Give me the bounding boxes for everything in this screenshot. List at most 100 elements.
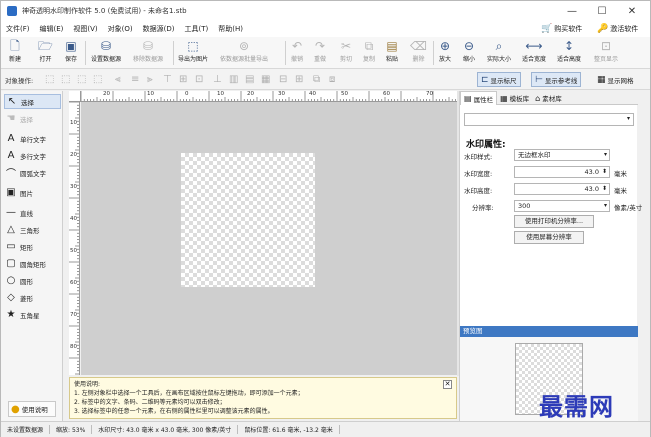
set-datasource-button[interactable]: ⛁ 设置数据源 (91, 39, 121, 67)
same-width-icon[interactable]: ▥ (229, 74, 238, 85)
help-button[interactable]: ● 使用说明 (8, 401, 56, 417)
buy-software-label: 购买软件 (554, 25, 583, 33)
tool-circle[interactable]: ○ 圆形 (4, 273, 61, 288)
align-middle-icon[interactable]: ⊞ (179, 74, 187, 85)
undo-label: 撤销 (291, 56, 304, 63)
tab-templates[interactable]: ▦ 模板库 (497, 91, 532, 105)
cut-icon: ✂ (340, 39, 352, 53)
center-horizontal-icon[interactable]: ⊟ (279, 74, 287, 85)
use-screen-dpi-button[interactable]: 使用屏幕分辨率 (514, 231, 584, 244)
status-mouse-position: 鼠标位置: 61.6 毫米, -13.2 毫米 (238, 425, 340, 434)
help-close-button[interactable]: ✕ (443, 380, 452, 389)
fit-height-button[interactable]: ↕ 适合高度 (557, 39, 581, 67)
full-page-button[interactable]: ⊡ 整页显示 (594, 39, 618, 67)
tool-rounded-rect[interactable]: ▢ 圆角矩形 (4, 256, 61, 271)
tool-single-line-text[interactable]: A 单行文字 (4, 131, 61, 146)
undo-button[interactable]: ↶ 撤销 (291, 39, 303, 67)
save-button[interactable]: ▣ 保存 (65, 39, 77, 67)
height-stepper[interactable]: 43.0 ⬍ (514, 183, 610, 195)
menu-help[interactable]: 帮助(H) (213, 24, 248, 34)
full-page-icon: ⊡ (600, 39, 612, 53)
style-select[interactable]: 无边框水印 ▾ (514, 149, 610, 161)
remove-datasource-button[interactable]: ⛁ 移除数据源 (133, 39, 163, 67)
show-guides-label: 显示参考线 (544, 76, 578, 85)
menu-file[interactable]: 文件(F) (1, 24, 35, 34)
buy-software-link[interactable]: 🛒 购买软件 (541, 21, 582, 37)
actual-size-button[interactable]: ⌕ 实际大小 (487, 39, 511, 67)
object-selector-dropdown[interactable]: ▾ (464, 113, 634, 126)
show-guides-toggle[interactable]: ⊢ 显示参考线 (531, 72, 582, 87)
dpi-select[interactable]: 300 ▾ (514, 200, 610, 212)
distribute-icon[interactable]: ⊡ (195, 74, 203, 85)
same-size-icon[interactable]: ▦ (261, 74, 270, 85)
delete-label: 删除 (412, 56, 425, 63)
batch-export-label: 依数据源批量导出 (220, 56, 269, 63)
tool-select[interactable]: ↖ 选择 (4, 94, 61, 109)
tool-rectangle[interactable]: ▭ 矩形 (4, 239, 61, 254)
tool-line[interactable]: — 直线 (4, 205, 61, 220)
same-height-icon[interactable]: ▤ (245, 74, 254, 85)
align-center-icon[interactable]: ≡ (131, 74, 139, 85)
zoom-in-button[interactable]: ⊕ 放大 (439, 39, 451, 67)
maximize-button[interactable]: ☐ (587, 1, 617, 21)
show-grid-toggle[interactable]: ▦ 显示网格 (593, 72, 638, 87)
design-canvas[interactable] (81, 102, 457, 375)
use-printer-dpi-button[interactable]: 使用打印机分辨率... (514, 215, 594, 228)
ungroup-icon[interactable]: ⧈ (329, 74, 335, 85)
tab-properties[interactable]: ▤ 属性栏 (460, 91, 498, 105)
copy-button[interactable]: ⧉ 复制 (363, 39, 375, 67)
fit-width-button[interactable]: ⟷ 适合宽度 (522, 39, 546, 67)
paste-button[interactable]: ▤ 粘贴 (386, 39, 398, 67)
menu-tools[interactable]: 工具(T) (180, 24, 214, 34)
align-top-icon[interactable]: ⊤ (163, 74, 172, 85)
batch-export-button[interactable]: ⊚ 依数据源批量导出 (220, 39, 268, 67)
activate-software-link[interactable]: 🔑 激活软件 (597, 21, 638, 37)
align-bottom-icon[interactable]: ⊥ (213, 74, 222, 85)
layer-up-icon[interactable]: ⬚ (77, 74, 86, 85)
layer-down-icon[interactable]: ⬚ (93, 74, 102, 85)
cut-button[interactable]: ✂ 剪切 (340, 39, 352, 67)
paste-label: 粘贴 (386, 56, 399, 63)
tab-materials[interactable]: ⌂ 素材库 (532, 91, 565, 105)
send-back-icon[interactable]: ⬚ (61, 74, 70, 85)
tool-triangle[interactable]: △ 三角形 (4, 222, 61, 237)
width-stepper[interactable]: 43.0 ⬍ (514, 166, 610, 178)
group-icon[interactable]: ⧉ (313, 74, 320, 85)
ruler-tick-label: 20 (247, 91, 254, 97)
toolbar-divider (173, 41, 174, 65)
spin-icon[interactable]: ⬍ (602, 167, 607, 177)
watermark-paper[interactable] (181, 153, 315, 287)
center-vertical-icon[interactable]: ⊞ (295, 74, 303, 85)
export-image-button[interactable]: ⬚ 导出为图片 (178, 39, 208, 67)
menu-datasource[interactable]: 数据源(D) (138, 24, 180, 34)
align-right-icon[interactable]: ⫸ (147, 74, 153, 85)
tool-diamond[interactable]: ◇ 菱形 (4, 290, 61, 305)
tool-star[interactable]: ★ 五角星 (4, 307, 61, 322)
title-bar: 神奇透明水印制作软件 5.0 (免费试用) - 未命名1.stb — ☐ ✕ (1, 1, 650, 21)
close-button[interactable]: ✕ (617, 1, 647, 21)
minimize-button[interactable]: — (557, 1, 587, 21)
tool-hand[interactable]: ☚ 选择 (4, 111, 61, 126)
redo-button[interactable]: ↷ 重做 (314, 39, 326, 67)
batch-export-icon: ⊚ (238, 39, 250, 53)
menu-object[interactable]: 对象(O) (103, 24, 138, 34)
tool-multi-line-text[interactable]: A 多行文字 (4, 148, 61, 163)
zoom-out-button[interactable]: ⊖ 缩小 (463, 39, 475, 67)
delete-button[interactable]: ⌫ 删除 (410, 39, 427, 67)
new-button[interactable]: 🗋 新建 (9, 39, 21, 67)
menu-bar: 文件(F) 编辑(E) 视图(V) 对象(O) 数据源(D) 工具(T) 帮助(… (1, 21, 650, 37)
open-button[interactable]: 🗁 打开 (38, 39, 53, 67)
align-left-icon[interactable]: ⫷ (115, 74, 121, 85)
bring-front-icon[interactable]: ⬚ (45, 74, 54, 85)
tool-arc-text[interactable]: ⌒ 圆弧文字 (4, 165, 61, 180)
fit-width-icon: ⟷ (525, 39, 543, 53)
spin-icon[interactable]: ⬍ (602, 184, 607, 194)
toolbar-divider (85, 41, 86, 65)
tool-image[interactable]: ▣ 图片 (4, 185, 61, 200)
horizontal-ruler: 20 10 0 10 20 30 40 50 60 70 (81, 91, 457, 102)
menu-edit[interactable]: 编辑(E) (35, 24, 69, 34)
menu-view[interactable]: 视图(V) (68, 24, 102, 34)
show-ruler-toggle[interactable]: ⊏ 显示标尺 (477, 72, 521, 87)
arrow-cursor-icon: ↖ (7, 96, 17, 107)
ruler-tick-label: 40 (70, 216, 77, 222)
